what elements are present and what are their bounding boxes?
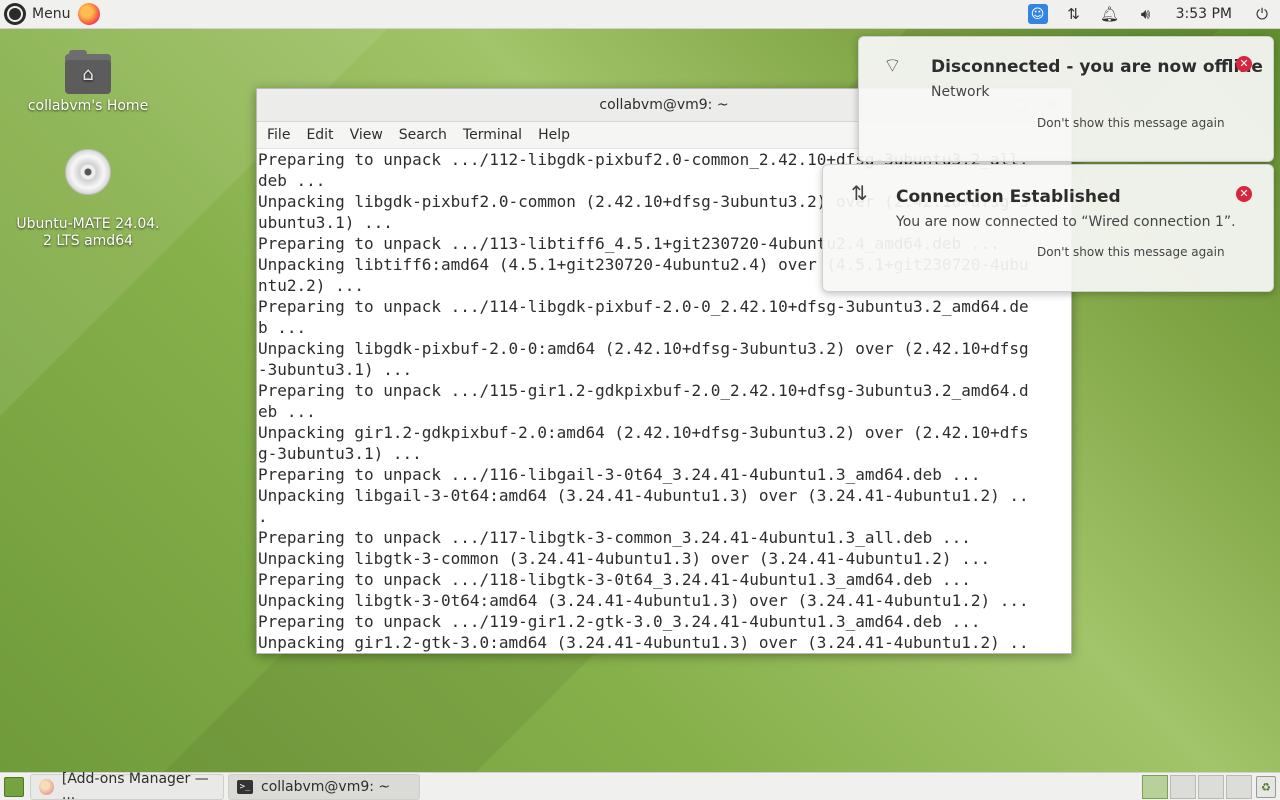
terminal-line: eb ... <box>258 402 316 421</box>
close-notification-button[interactable]: ✕ <box>1236 186 1252 202</box>
accessibility-icon: ☺ <box>1027 4 1048 24</box>
terminal-line: Preparing to unpack .../119-gir1.2-gtk-3… <box>258 612 981 631</box>
firefox-icon <box>39 779 54 795</box>
notification-title: Connection Established <box>896 187 1121 207</box>
terminal-title: collabvm@vm9: ~ <box>599 97 729 113</box>
terminal-line: -3ubuntu3.1) ... <box>258 360 413 379</box>
speaker-icon: 🔊︎ <box>1140 5 1151 23</box>
terminal-line: Unpacking gir1.2-gdkpixbuf-2.0:amd64 (2.… <box>258 423 1029 442</box>
workspace-2[interactable] <box>1170 775 1196 799</box>
ubuntu-logo-icon <box>4 3 26 25</box>
workspace-1[interactable] <box>1142 775 1168 799</box>
trash-icon[interactable]: ♻ <box>1256 776 1276 798</box>
taskbar-item-terminal[interactable]: >_ collabvm@vm9: ~ <box>228 774 420 800</box>
notification-title: Disconnected - you are now offline <box>931 57 1263 77</box>
taskbar-item-label: collabvm@vm9: ~ <box>261 779 391 795</box>
dont-show-again-link[interactable]: Don't show this message again <box>1037 116 1225 130</box>
power-button[interactable]: ⏻ <box>1244 0 1280 28</box>
menu-terminal[interactable]: Terminal <box>455 127 530 143</box>
bottom-panel: [Add-ons Manager — ... >_ collabvm@vm9: … <box>0 771 1280 800</box>
home-folder-icon: ⌂ <box>65 50 111 94</box>
notification-body: Network <box>931 84 990 100</box>
menu-file[interactable]: File <box>259 127 298 143</box>
desktop-icon-home[interactable]: ⌂ collabvm's Home <box>13 50 163 114</box>
desktop-icon-disc-label: Ubuntu-MATE 24.04. 2 LTS amd64 <box>16 216 160 249</box>
workspace-switcher <box>1142 775 1252 799</box>
desktop-icon-disc[interactable]: Ubuntu-MATE 24.04. 2 LTS amd64 <box>13 132 163 267</box>
terminal-line: Unpacking libgail-3-0t64:amd64 (3.24.41-… <box>258 486 1029 505</box>
terminal-line: Preparing to unpack .../117-libgtk-3-com… <box>258 528 971 547</box>
menu-search[interactable]: Search <box>391 127 455 143</box>
main-menu-button[interactable]: Menu <box>0 0 74 28</box>
terminal-icon: >_ <box>237 780 253 794</box>
accessibility-button[interactable]: ☺ <box>1020 0 1056 28</box>
close-notification-button[interactable]: ✕ <box>1236 56 1252 72</box>
menu-help[interactable]: Help <box>530 127 578 143</box>
network-wired-icon: ⇅ <box>851 181 868 205</box>
menu-view[interactable]: View <box>342 127 391 143</box>
system-tray: ☺ ⇅ 🔔︎ 🔊︎ 3:53 PM ⏻ <box>1020 0 1280 28</box>
clock[interactable]: 3:53 PM <box>1164 6 1244 22</box>
terminal-line: Preparing to unpack .../116-libgail-3-0t… <box>258 465 981 484</box>
terminal-line: Unpacking gir1.2-gtk-3.0:amd64 (3.24.41-… <box>258 633 1029 652</box>
power-icon: ⏻ <box>1256 5 1268 23</box>
notifications-indicator[interactable]: 🔔︎ <box>1092 0 1128 28</box>
volume-indicator[interactable]: 🔊︎ <box>1128 0 1164 28</box>
desktop-icon-home-label: collabvm's Home <box>27 98 149 114</box>
terminal-line: Preparing to unpack .../114-libgdk-pixbu… <box>258 297 1029 316</box>
terminal-line: Unpacking libgdk-pixbuf-2.0-0:amd64 (2.4… <box>258 339 1029 358</box>
network-icon: ⇅ <box>1067 5 1080 23</box>
dont-show-again-link[interactable]: Don't show this message again <box>1037 245 1225 259</box>
top-panel: Menu ☺ ⇅ 🔔︎ 🔊︎ 3:53 PM ⏻ <box>0 0 1280 29</box>
terminal-line: g-3ubuntu3.1) ... <box>258 444 422 463</box>
terminal-line: Preparing to unpack .../118-libgtk-3-0t6… <box>258 570 971 589</box>
taskbar-item-addons-manager[interactable]: [Add-ons Manager — ... <box>30 771 224 800</box>
terminal-line: b ... <box>258 318 307 337</box>
notification-disconnected[interactable]: ⌔ Disconnected - you are now offline Net… <box>858 36 1274 162</box>
firefox-launcher-icon[interactable] <box>78 3 101 25</box>
taskbar-item-label: [Add-ons Manager — ... <box>61 771 209 800</box>
bell-icon: 🔔︎ <box>1100 5 1120 23</box>
notification-connected[interactable]: ⇅ Connection Established You are now con… <box>822 164 1274 292</box>
wifi-off-icon: ⌔ <box>883 53 902 77</box>
terminal-line: . <box>258 507 268 526</box>
network-indicator[interactable]: ⇅ <box>1056 0 1092 28</box>
menu-edit[interactable]: Edit <box>298 127 341 143</box>
terminal-line: Preparing to unpack .../115-gir1.2-gdkpi… <box>258 381 1029 400</box>
terminal-line: Unpacking libgtk-3-0t64:amd64 (3.24.41-4… <box>258 591 1029 610</box>
terminal-line: Unpacking libgtk-3-common (3.24.41-4ubun… <box>258 549 991 568</box>
show-desktop-button[interactable] <box>4 777 24 797</box>
optical-disc-icon <box>65 149 111 195</box>
workspace-4[interactable] <box>1226 775 1252 799</box>
workspace-3[interactable] <box>1198 775 1224 799</box>
menu-label: Menu <box>32 6 71 22</box>
notification-body: You are now connected to “Wired connecti… <box>896 214 1236 230</box>
